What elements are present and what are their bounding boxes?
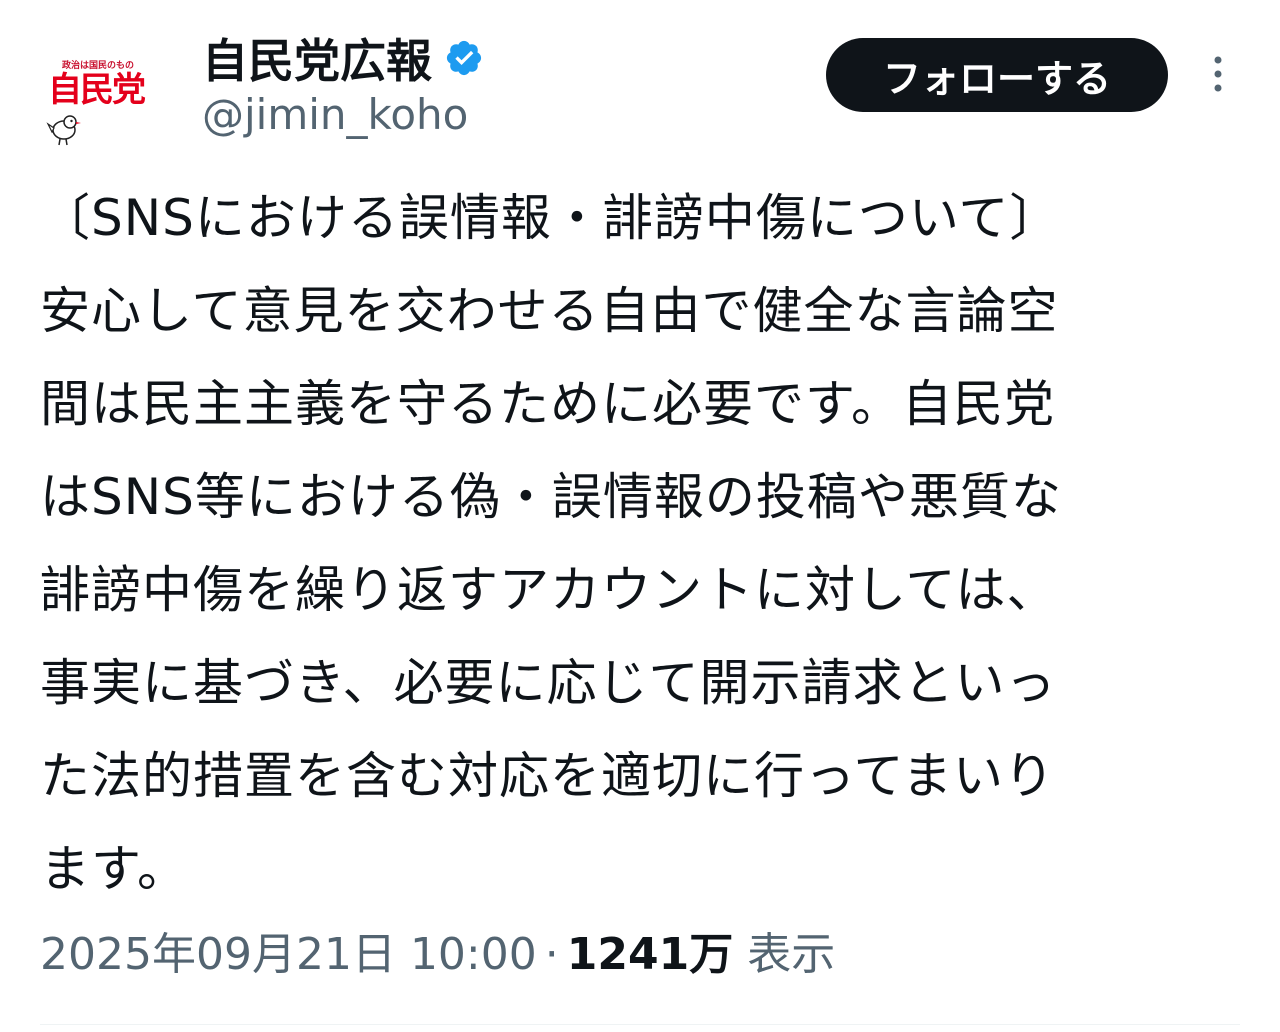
tweet-line: 安心して意見を交わせる自由で健全な言論空 xyxy=(40,282,1059,340)
tweet-text: 〔SNSにおける誤情報・誹謗中傷について〕 安心して意見を交わせる自由で健全な言… xyxy=(40,172,1240,916)
mascot-bird-icon xyxy=(46,115,81,146)
views-count: 1241万 xyxy=(566,929,734,980)
views-label: 表示 xyxy=(747,929,836,980)
avatar-logo-text: 自民党 xyxy=(48,70,146,110)
tweet-line: た法的措置を含む対応を適切に行ってまいり xyxy=(40,747,1055,805)
avatar[interactable]: 政治は国民のもの 自民党 xyxy=(40,52,158,148)
user-handle[interactable]: @jimin_koho xyxy=(202,90,468,139)
follow-button[interactable]: フォローする xyxy=(826,38,1168,112)
tweet-meta: 2025年09月21日 10:00 · 1241万 表示 xyxy=(40,918,835,982)
tweet-line: 〔SNSにおける誤情報・誹謗中傷について〕 xyxy=(40,189,1061,247)
tweet-line: ます。 xyxy=(40,840,188,898)
verified-badge-icon xyxy=(446,40,482,76)
tweet-line: 事実に基づき、必要に応じて開示請求といっ xyxy=(40,654,1057,712)
display-name-row: 自民党広報 xyxy=(202,28,484,88)
tweet-timestamp[interactable]: 2025年09月21日 10:00 xyxy=(40,918,537,982)
display-name[interactable]: 自民党広報 xyxy=(202,25,432,91)
tweet-line: 誹謗中傷を繰り返すアカウントに対しては、 xyxy=(40,561,1058,619)
tweet-line: 間は民主主義を守るために必要です。自民党 xyxy=(40,375,1055,433)
meta-separator: · xyxy=(544,929,559,980)
more-vertical-icon[interactable] xyxy=(1204,52,1232,96)
divider xyxy=(40,1024,1240,1025)
tweet-line: はSNS等における偽・誤情報の投稿や悪質な xyxy=(40,468,1062,526)
